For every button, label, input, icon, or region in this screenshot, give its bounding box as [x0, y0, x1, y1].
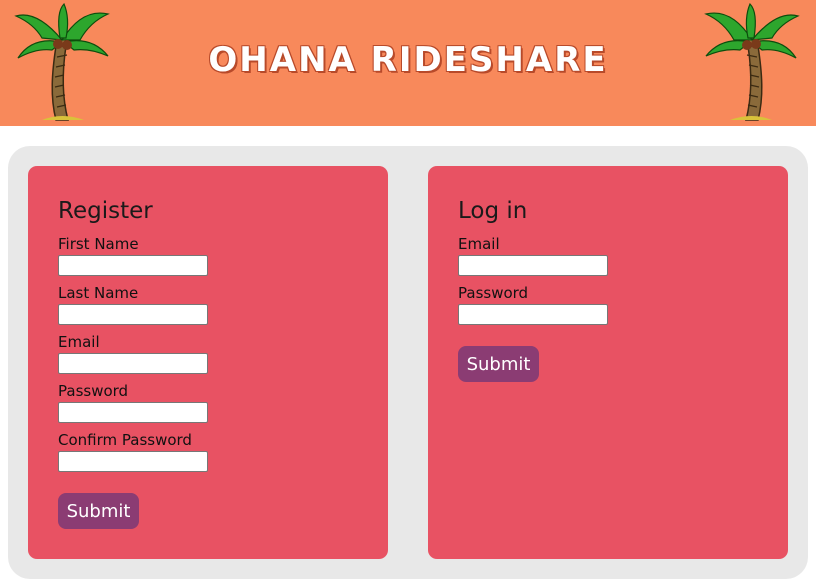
last-name-field-group: Last Name	[58, 284, 208, 325]
login-password-field-group: Password	[458, 284, 608, 325]
first-name-input[interactable]	[58, 255, 208, 276]
confirm-password-field-group: Confirm Password	[58, 431, 208, 472]
confirm-password-label: Confirm Password	[58, 431, 192, 449]
site-header: OHANA RIDESHARE	[0, 0, 816, 126]
last-name-input[interactable]	[58, 304, 208, 325]
register-submit-button[interactable]: Submit	[58, 493, 139, 529]
login-password-label: Password	[458, 284, 529, 302]
palm-tree-icon	[704, 2, 800, 121]
login-email-input[interactable]	[458, 255, 608, 276]
confirm-password-input[interactable]	[58, 451, 208, 472]
login-password-input[interactable]	[458, 304, 608, 325]
login-submit-button[interactable]: Submit	[458, 346, 539, 382]
register-password-label: Password	[58, 382, 129, 400]
first-name-field-group: First Name	[58, 235, 208, 276]
login-card: Log in Email Password Submit	[428, 166, 788, 559]
register-email-field-group: Email	[58, 333, 208, 374]
site-title: OHANA RIDESHARE	[208, 40, 608, 80]
last-name-label: Last Name	[58, 284, 139, 302]
register-password-input[interactable]	[58, 402, 208, 423]
login-email-label: Email	[458, 235, 500, 253]
register-password-field-group: Password	[58, 382, 208, 423]
login-email-field-group: Email	[458, 235, 608, 276]
register-heading: Register	[58, 198, 153, 224]
register-card: Register First Name Last Name Email Pass…	[28, 166, 388, 559]
login-heading: Log in	[458, 198, 528, 224]
register-email-input[interactable]	[58, 353, 208, 374]
register-email-label: Email	[58, 333, 100, 351]
first-name-label: First Name	[58, 235, 139, 253]
